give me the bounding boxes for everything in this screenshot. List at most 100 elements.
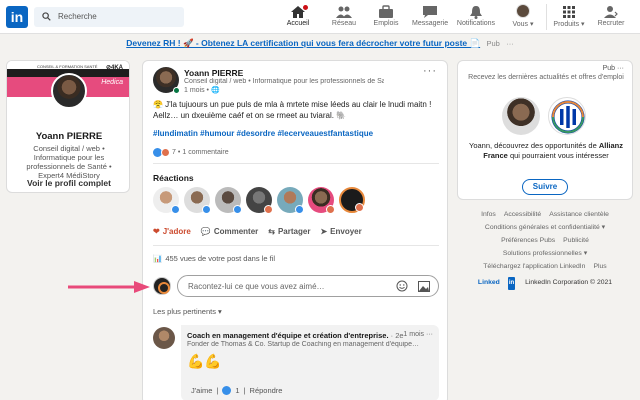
promo-link[interactable]: Devenez RH ! 🚀 - Obtenez LA certificatio… bbox=[126, 38, 480, 48]
nav-jobs-label: Emplois bbox=[373, 20, 399, 27]
image-icon[interactable] bbox=[418, 281, 430, 292]
post-hashtags[interactable]: #lundimatin #humour #desordre #lecerveau… bbox=[153, 129, 373, 138]
footer-link[interactable]: Conditions générales et confidentialité … bbox=[485, 224, 605, 231]
comment-button[interactable]: 💬 Commenter bbox=[201, 227, 258, 236]
nav-jobs[interactable]: Emplois bbox=[372, 3, 400, 33]
comment-actions: J'aime | 1 | Répondre bbox=[191, 386, 283, 395]
recruit-icon bbox=[604, 6, 618, 18]
view-profile-link[interactable]: Voir le profil complet bbox=[7, 178, 129, 188]
post-views[interactable]: 📊 455 vues de votre post dans le fil bbox=[153, 254, 275, 263]
nav-home[interactable]: Accueil bbox=[284, 3, 312, 33]
profile-headline: Conseil digital / web • Informatique pou… bbox=[26, 144, 112, 180]
reactor-avatar[interactable] bbox=[339, 187, 365, 213]
reactor-avatar[interactable] bbox=[215, 187, 242, 214]
profile-name[interactable]: Yoann PIERRE bbox=[7, 131, 129, 142]
notification-dot bbox=[302, 4, 309, 11]
post-time: 1 mois • 🌐 bbox=[184, 87, 220, 94]
comment-reply-button[interactable]: Répondre bbox=[250, 386, 283, 395]
footer-link[interactable]: Préférences Pubs bbox=[501, 237, 555, 244]
avatar bbox=[516, 4, 530, 18]
copyright: Linked in LinkedIn Corporation © 2021 bbox=[457, 276, 633, 290]
comment-like-button[interactable]: J'aime bbox=[191, 386, 212, 395]
comment-sort-dropdown[interactable]: Les plus pertinents ▾ bbox=[153, 307, 222, 316]
ad-pub-label: Pub ··· bbox=[602, 65, 624, 72]
reactor-avatar[interactable] bbox=[308, 187, 335, 214]
network-icon bbox=[336, 6, 352, 18]
footer-link[interactable]: Accessibilité bbox=[504, 211, 541, 218]
footer-link[interactable]: Assistance clientèle bbox=[549, 211, 609, 218]
footer-link[interactable]: Solutions professionnelles ▾ bbox=[503, 250, 587, 257]
like-button[interactable]: ❤ J'adore bbox=[153, 227, 191, 236]
nav-notifications-label: Notifications bbox=[456, 20, 496, 27]
nav-messaging[interactable]: Messagerie bbox=[412, 3, 448, 33]
footer-link[interactable]: Publicité bbox=[563, 237, 589, 244]
reactors-list bbox=[153, 187, 365, 214]
comment-author-headline: Fonder de Thomas & Co. Startup de Coachi… bbox=[187, 341, 419, 348]
top-nav: in Recherche Accueil Réseau Emplois Mess… bbox=[0, 0, 640, 34]
nav-home-label: Accueil bbox=[286, 20, 310, 27]
promo-more-button[interactable]: ··· bbox=[506, 39, 514, 48]
reactor-avatar[interactable] bbox=[153, 187, 180, 214]
nav-divider bbox=[546, 4, 547, 30]
send-button[interactable]: ➤ Envoyer bbox=[320, 227, 361, 236]
ad-subtitle: Recevez les dernières actualités et offr… bbox=[468, 74, 624, 81]
linkedin-logo[interactable]: in bbox=[6, 6, 28, 28]
nav-recruit[interactable]: Recruter bbox=[596, 3, 626, 33]
footer-link[interactable]: Infos bbox=[481, 211, 496, 218]
reactions-title: Réactions bbox=[153, 173, 194, 183]
profile-photo[interactable] bbox=[51, 73, 87, 109]
post-author-name[interactable]: Yoann PIERRE bbox=[184, 68, 243, 78]
profile-card: CONSEIL & FORMATION SANTÉ ⊘4KA Hedica Yo… bbox=[6, 60, 130, 193]
briefcase-icon bbox=[379, 5, 393, 18]
nav-products[interactable]: Produits ▾ bbox=[552, 3, 586, 33]
globe-icon: 🌐 bbox=[210, 87, 220, 94]
comment-author-name[interactable]: Coach en management d'équipe et création… bbox=[187, 331, 404, 340]
comment-count[interactable]: 1 commentaire bbox=[182, 149, 228, 156]
nav-me-label: Vous ▾ bbox=[512, 21, 534, 28]
cover-logo: ⊘4KA bbox=[105, 65, 123, 71]
heart-icon: ❤ bbox=[153, 227, 160, 236]
online-indicator bbox=[173, 87, 180, 94]
ad-user-photo bbox=[502, 97, 540, 135]
love-reaction-icon bbox=[161, 148, 170, 157]
like-reaction-icon bbox=[222, 386, 232, 395]
post-menu-button[interactable]: ··· bbox=[423, 65, 437, 77]
comment-like-count: 1 bbox=[235, 386, 240, 395]
follow-button[interactable]: Suivre bbox=[522, 179, 568, 195]
post-actions: ❤ J'adore 💬 Commenter ⇆ Partager ➤ Envoyer bbox=[153, 227, 362, 236]
footer-link[interactable]: Plus bbox=[593, 263, 606, 270]
reaction-summary[interactable]: 7 • 1 commentaire bbox=[153, 148, 229, 157]
send-icon: ➤ bbox=[320, 227, 328, 236]
ad-menu-button[interactable]: ··· bbox=[617, 65, 624, 72]
comment-input[interactable]: Racontez-lui ce que vous avez aimé… bbox=[177, 275, 439, 297]
ad-text: Yoann, découvrez des opportunités de All… bbox=[469, 141, 623, 160]
share-icon: ⇆ bbox=[268, 227, 275, 236]
nav-notifications[interactable]: Notifications bbox=[455, 3, 497, 33]
promo-banner: Devenez RH ! 🚀 - Obtenez LA certificatio… bbox=[0, 38, 640, 49]
ad-card: Pub ··· Recevez les dernières actualités… bbox=[457, 60, 633, 200]
post-text: 😤 J'la tujuours un pue puls de mla à mrt… bbox=[153, 100, 432, 120]
comment-placeholder: Racontez-lui ce que vous avez aimé… bbox=[188, 282, 325, 291]
post-card: Yoann PIERRE Conseil digital / web • Inf… bbox=[142, 60, 448, 400]
nav-me[interactable]: Vous ▾ bbox=[508, 3, 538, 33]
comment-menu-button[interactable]: ··· bbox=[426, 331, 433, 338]
search-bar[interactable]: Recherche bbox=[34, 7, 184, 27]
allianz-logo[interactable] bbox=[548, 97, 586, 135]
search-icon bbox=[42, 12, 51, 21]
comment-author-photo[interactable] bbox=[153, 327, 175, 349]
emoji-icon[interactable] bbox=[396, 280, 408, 292]
footer-links: Infos Accessibilité Assistance clientèle C… bbox=[457, 208, 633, 290]
commenter-avatar bbox=[153, 277, 171, 295]
comment-time: 1 mois ··· bbox=[403, 331, 433, 338]
nav-network[interactable]: Réseau bbox=[330, 3, 358, 33]
reactor-avatar[interactable] bbox=[246, 187, 273, 214]
reactor-avatar[interactable] bbox=[277, 187, 304, 214]
share-button[interactable]: ⇆ Partager bbox=[268, 227, 310, 236]
chart-icon: 📊 bbox=[153, 254, 163, 263]
footer-link[interactable]: Téléchargez l'application LinkedIn bbox=[483, 263, 585, 270]
reactor-avatar[interactable] bbox=[184, 187, 211, 214]
message-icon bbox=[423, 6, 437, 18]
comment-text: 💪💪 bbox=[187, 353, 222, 369]
post-author-headline: Conseil digital / web • Informatique pou… bbox=[184, 78, 384, 85]
search-input[interactable]: Recherche bbox=[58, 12, 97, 21]
